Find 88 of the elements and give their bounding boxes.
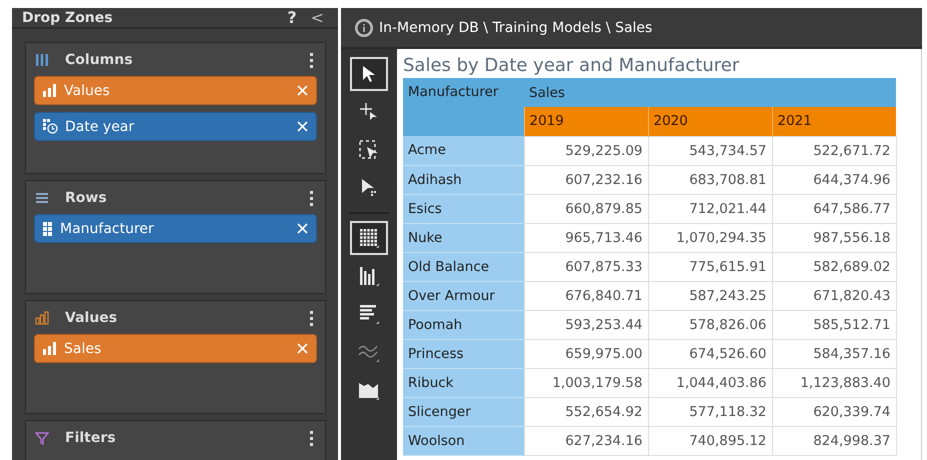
column-header: Sales — [524, 78, 896, 107]
columns-icon — [35, 53, 49, 67]
table-cell: 543,734.57 — [648, 136, 772, 165]
rows-icon — [35, 191, 49, 205]
field-chip[interactable]: Values — [34, 76, 317, 105]
column-header: 2019 — [524, 107, 648, 136]
table-cell: 607,875.33 — [524, 252, 648, 281]
field-chip[interactable]: Sales — [34, 334, 317, 363]
row-header: Ribuck — [403, 368, 524, 397]
table-cell: 1,070,294.35 — [648, 223, 772, 252]
table-cell: 987,556.18 — [772, 223, 896, 252]
close-icon[interactable] — [297, 223, 308, 234]
table-cell: 582,689.02 — [772, 252, 896, 281]
table-cell: 585,512.71 — [772, 310, 896, 339]
table-cell: 660,879.85 — [524, 194, 648, 223]
info-icon — [355, 18, 373, 36]
add-pointer-icon — [359, 102, 379, 122]
row-header: Nuke — [403, 223, 524, 252]
tool-button[interactable] — [350, 221, 388, 255]
table-cell: 712,021.44 — [648, 194, 772, 223]
pointer-icon — [361, 65, 377, 83]
zone-label: Columns — [65, 52, 134, 68]
table-cell: 584,357.16 — [772, 339, 896, 368]
table-cell: 578,826.06 — [648, 310, 772, 339]
tool-button[interactable] — [350, 57, 388, 91]
help-button[interactable]: ? — [287, 8, 297, 27]
panel-title: Drop Zones — [22, 10, 114, 26]
table-cell: 659,975.00 — [524, 339, 648, 368]
table-cell: 607,232.16 — [524, 165, 648, 194]
bar-chart-icon — [43, 84, 57, 97]
row-header: Princess — [403, 339, 524, 368]
table-cell: 1,044,403.86 — [648, 368, 772, 397]
table-cell: 674,526.60 — [648, 339, 772, 368]
row-header: Esics — [403, 194, 524, 223]
table-cell: 587,243.25 — [648, 281, 772, 310]
close-icon[interactable] — [297, 121, 308, 132]
table-cell: 740,895.12 — [648, 426, 772, 455]
table-cell: 1,003,179.58 — [524, 368, 648, 397]
filter-icon — [35, 431, 49, 445]
column-header: 2020 — [648, 107, 772, 136]
collapse-button[interactable]: < — [310, 8, 324, 27]
bar-chart-icon — [35, 311, 49, 325]
field-label: Values — [64, 82, 111, 98]
zone-label: Values — [65, 310, 118, 326]
table-cell: 577,118.32 — [648, 397, 772, 426]
grid-icon — [43, 222, 53, 236]
table-cell: 620,339.74 — [772, 397, 896, 426]
row-header: Adihash — [403, 165, 524, 194]
field-chip[interactable]: Date year — [34, 112, 317, 141]
field-label: Sales — [64, 340, 102, 356]
table-cell: 683,708.81 — [648, 165, 772, 194]
column-chart-icon — [358, 265, 380, 287]
zone-label: Filters — [65, 430, 117, 446]
row-header: Slicenger — [403, 397, 524, 426]
table-cell: 965,713.46 — [524, 223, 648, 252]
table-icon — [358, 227, 380, 249]
row-header: Acme — [403, 136, 524, 165]
close-icon[interactable] — [297, 343, 308, 354]
report-title: Sales by Date year and Manufacturer — [403, 55, 740, 76]
table-cell: 522,671.72 — [772, 136, 896, 165]
row-header: Poomah — [403, 310, 524, 339]
bar-chart-icon — [43, 342, 57, 355]
calendar-clock-icon — [43, 119, 58, 134]
row-header: Over Armour — [403, 281, 524, 310]
row-header: Woolson — [403, 426, 524, 455]
table-cell: 671,820.43 — [772, 281, 896, 310]
table-cell: 824,998.37 — [772, 426, 896, 455]
zone-label: Rows — [65, 190, 108, 206]
field-label: Manufacturer — [60, 220, 155, 236]
field-chip[interactable]: Manufacturer — [34, 214, 317, 243]
table-cell: 593,253.44 — [524, 310, 648, 339]
breadcrumb: In-Memory DB \ Training Models \ Sales — [379, 20, 652, 36]
close-icon[interactable] — [297, 85, 308, 96]
row-header: Old Balance — [403, 252, 524, 281]
table-cell: 676,840.71 — [524, 281, 648, 310]
field-label: Date year — [65, 118, 136, 134]
bar-chart-icon — [358, 303, 380, 325]
table-cell: 1,123,883.40 — [772, 368, 896, 397]
table-cell: 627,234.16 — [524, 426, 648, 455]
table-cell: 552,654.92 — [524, 397, 648, 426]
table-cell: 529,225.09 — [524, 136, 648, 165]
select-area-icon — [359, 140, 379, 160]
pointer-icon — [360, 178, 378, 198]
column-header: 2021 — [772, 107, 896, 136]
table-cell: 647,586.77 — [772, 194, 896, 223]
column-header: Manufacturer — [403, 78, 524, 136]
table-cell: 775,615.91 — [648, 252, 772, 281]
table-cell: 644,374.96 — [772, 165, 896, 194]
